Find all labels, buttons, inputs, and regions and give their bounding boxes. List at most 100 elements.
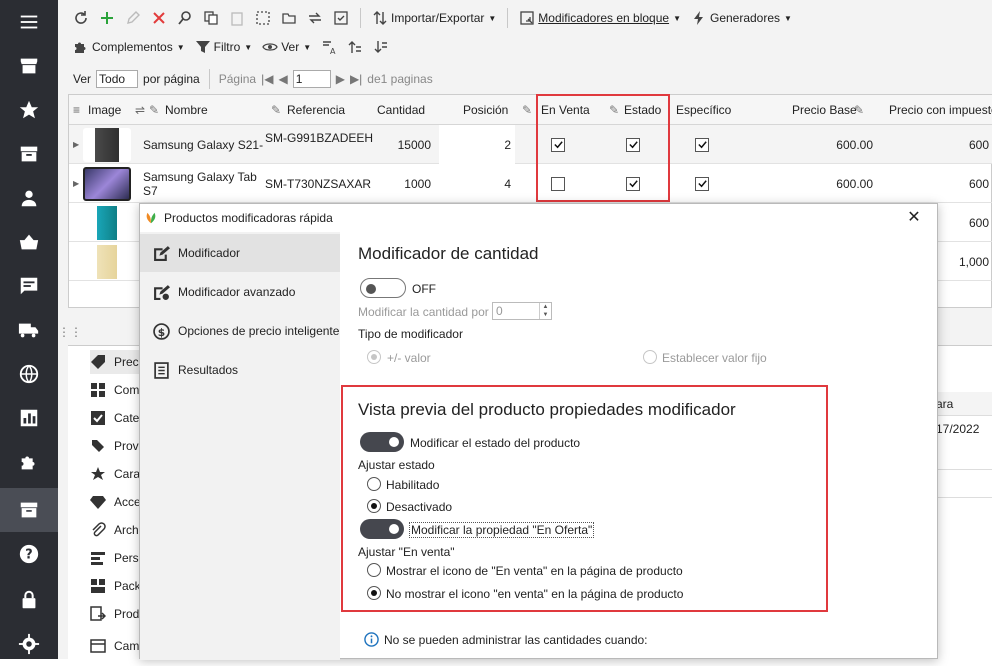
radio-fixed-value[interactable]	[643, 350, 657, 364]
first-page-icon[interactable]: |◀	[261, 72, 273, 86]
col-position[interactable]: Posición	[463, 95, 508, 125]
stepper-arrows-icon[interactable]: ▲ ▼	[539, 303, 551, 319]
expand-row-icon[interactable]: ▶	[73, 125, 79, 164]
radio-enabled[interactable]	[367, 477, 381, 491]
lower-tab-features[interactable]: Carac	[90, 462, 146, 486]
copy-button[interactable]	[200, 6, 222, 30]
bulk-modifiers-button[interactable]: Modificadores en bloque ▼	[516, 6, 684, 30]
last-page-icon[interactable]: ▶|	[350, 72, 362, 86]
col-specific[interactable]: Específico	[676, 95, 731, 125]
lower-tab-products[interactable]: Prod	[90, 602, 139, 626]
col-base-price[interactable]: Precio Base	[792, 95, 857, 125]
row-menu-icon[interactable]: ≡	[73, 95, 80, 125]
adjust-on-sale-label: Ajustar "En venta"	[358, 545, 455, 559]
edit-button[interactable]	[122, 6, 144, 30]
col-on-sale[interactable]: En Venta	[541, 95, 590, 125]
delete-button[interactable]	[148, 6, 170, 30]
close-icon[interactable]: ✕	[905, 209, 923, 227]
chart-icon[interactable]	[0, 396, 58, 440]
col-image[interactable]: Image	[88, 95, 121, 125]
search-button[interactable]	[174, 6, 196, 30]
qty-modifier-toggle[interactable]	[360, 278, 406, 298]
splitter-handle[interactable]: ⋮⋮	[58, 325, 82, 339]
view-button[interactable]: Ver ▼	[259, 35, 314, 59]
paste-button[interactable]	[226, 6, 248, 30]
lower-tab-label: Archi	[114, 523, 142, 537]
lower-tab-pack[interactable]: Pack	[90, 574, 141, 598]
radio-plus-minus[interactable]	[367, 350, 381, 364]
select-button[interactable]	[252, 6, 274, 30]
approve-button[interactable]	[330, 6, 352, 30]
status-checkbox[interactable]	[626, 125, 640, 164]
lower-tab-fields[interactable]: Camp	[90, 634, 146, 658]
help-icon[interactable]: ?	[0, 532, 58, 576]
pencil-icon: ✎	[854, 103, 865, 117]
message-icon[interactable]	[0, 264, 58, 308]
refresh-button[interactable]	[70, 6, 92, 30]
lower-tab-categories[interactable]: Categ	[90, 406, 146, 430]
nav-modifier[interactable]: Modificador	[140, 234, 340, 272]
modify-status-toggle[interactable]	[360, 432, 404, 452]
modify-on-sale-toggle[interactable]	[360, 519, 404, 539]
next-page-icon[interactable]: ▶	[336, 72, 345, 86]
addons-button[interactable]: Complementos ▼	[70, 35, 188, 59]
radio-show-icon[interactable]	[367, 563, 381, 577]
move-button[interactable]	[278, 6, 300, 30]
col-reference[interactable]: Referencia	[287, 95, 345, 125]
col-quantity[interactable]: Cantidad	[377, 95, 425, 125]
radio-disabled[interactable]	[367, 499, 381, 513]
radio-hide-icon[interactable]	[367, 586, 381, 600]
box-icon[interactable]	[0, 132, 58, 176]
nav-results[interactable]: Resultados	[140, 351, 340, 389]
chevron-down-icon: ▼	[784, 13, 792, 23]
table-row[interactable]: ▶ Samsung Galaxy Tab S7 SM-T730NZSAXAR 1…	[69, 164, 992, 203]
page-size-select[interactable]: Todo	[96, 70, 139, 88]
import-export-button[interactable]: Importar/Exportar ▼	[369, 6, 499, 30]
prev-page-icon[interactable]: ◀	[278, 72, 287, 86]
basket-icon[interactable]	[0, 220, 58, 264]
inventory-icon[interactable]	[0, 488, 58, 532]
collapse-button[interactable]	[370, 35, 392, 59]
on-sale-checkbox[interactable]	[551, 125, 565, 164]
lock-icon[interactable]	[0, 578, 58, 622]
product-position[interactable]: 2	[439, 125, 515, 164]
bulk-modifier-icon	[520, 11, 534, 25]
expand-row-icon[interactable]: ▶	[73, 164, 79, 203]
lower-tab-combinations[interactable]: Comb	[90, 378, 146, 402]
nav-smart-price[interactable]: $ Opciones de precio inteligente	[140, 312, 340, 350]
puzzle-icon[interactable]	[0, 440, 58, 484]
page-number-input[interactable]: 1	[292, 70, 331, 88]
product-position[interactable]: 4	[439, 164, 515, 203]
filter-button[interactable]: Filtro ▼	[192, 35, 256, 59]
chevron-down-icon: ▼	[488, 13, 497, 23]
col-status[interactable]: Estado	[624, 95, 661, 125]
menu-icon[interactable]	[0, 0, 58, 44]
sort-icon[interactable]: ⇌	[135, 95, 145, 125]
globe-icon[interactable]	[0, 352, 58, 396]
lower-tab-customization[interactable]: Perso	[90, 546, 145, 570]
lower-tab-suppliers[interactable]: Prove	[90, 434, 145, 458]
truck-icon[interactable]	[0, 308, 58, 352]
add-button[interactable]	[96, 6, 118, 30]
star-icon[interactable]	[0, 88, 58, 132]
sort-az-button[interactable]: A	[318, 35, 340, 59]
specific-checkbox[interactable]	[695, 125, 709, 164]
sidebar: ?	[0, 0, 58, 659]
store-icon[interactable]	[0, 44, 58, 88]
status-checkbox[interactable]	[626, 164, 640, 203]
user-icon[interactable]	[0, 176, 58, 220]
modify-qty-input[interactable]: 0 ▲ ▼	[492, 302, 552, 320]
col-price-tax[interactable]: Precio con impuesto	[889, 95, 992, 125]
generators-button[interactable]: Generadores ▼	[688, 6, 795, 30]
col-name[interactable]: Nombre	[165, 95, 208, 125]
nav-advanced-modifier[interactable]: Modificador avanzado	[140, 273, 340, 311]
bulk-modifiers-label: Modificadores en bloque	[538, 11, 670, 25]
on-sale-checkbox[interactable]	[551, 164, 565, 203]
table-row[interactable]: ▶ Samsung Galaxy S21- SM-G991BZADEEH 150…	[69, 125, 992, 164]
settings-icon[interactable]	[0, 622, 58, 666]
specific-checkbox[interactable]	[695, 164, 709, 203]
transfer-button[interactable]	[304, 6, 326, 30]
lower-tab-attachments[interactable]: Archi	[90, 518, 141, 542]
import-export-label: Importar/Exportar	[391, 11, 485, 25]
expand-button[interactable]	[344, 35, 366, 59]
